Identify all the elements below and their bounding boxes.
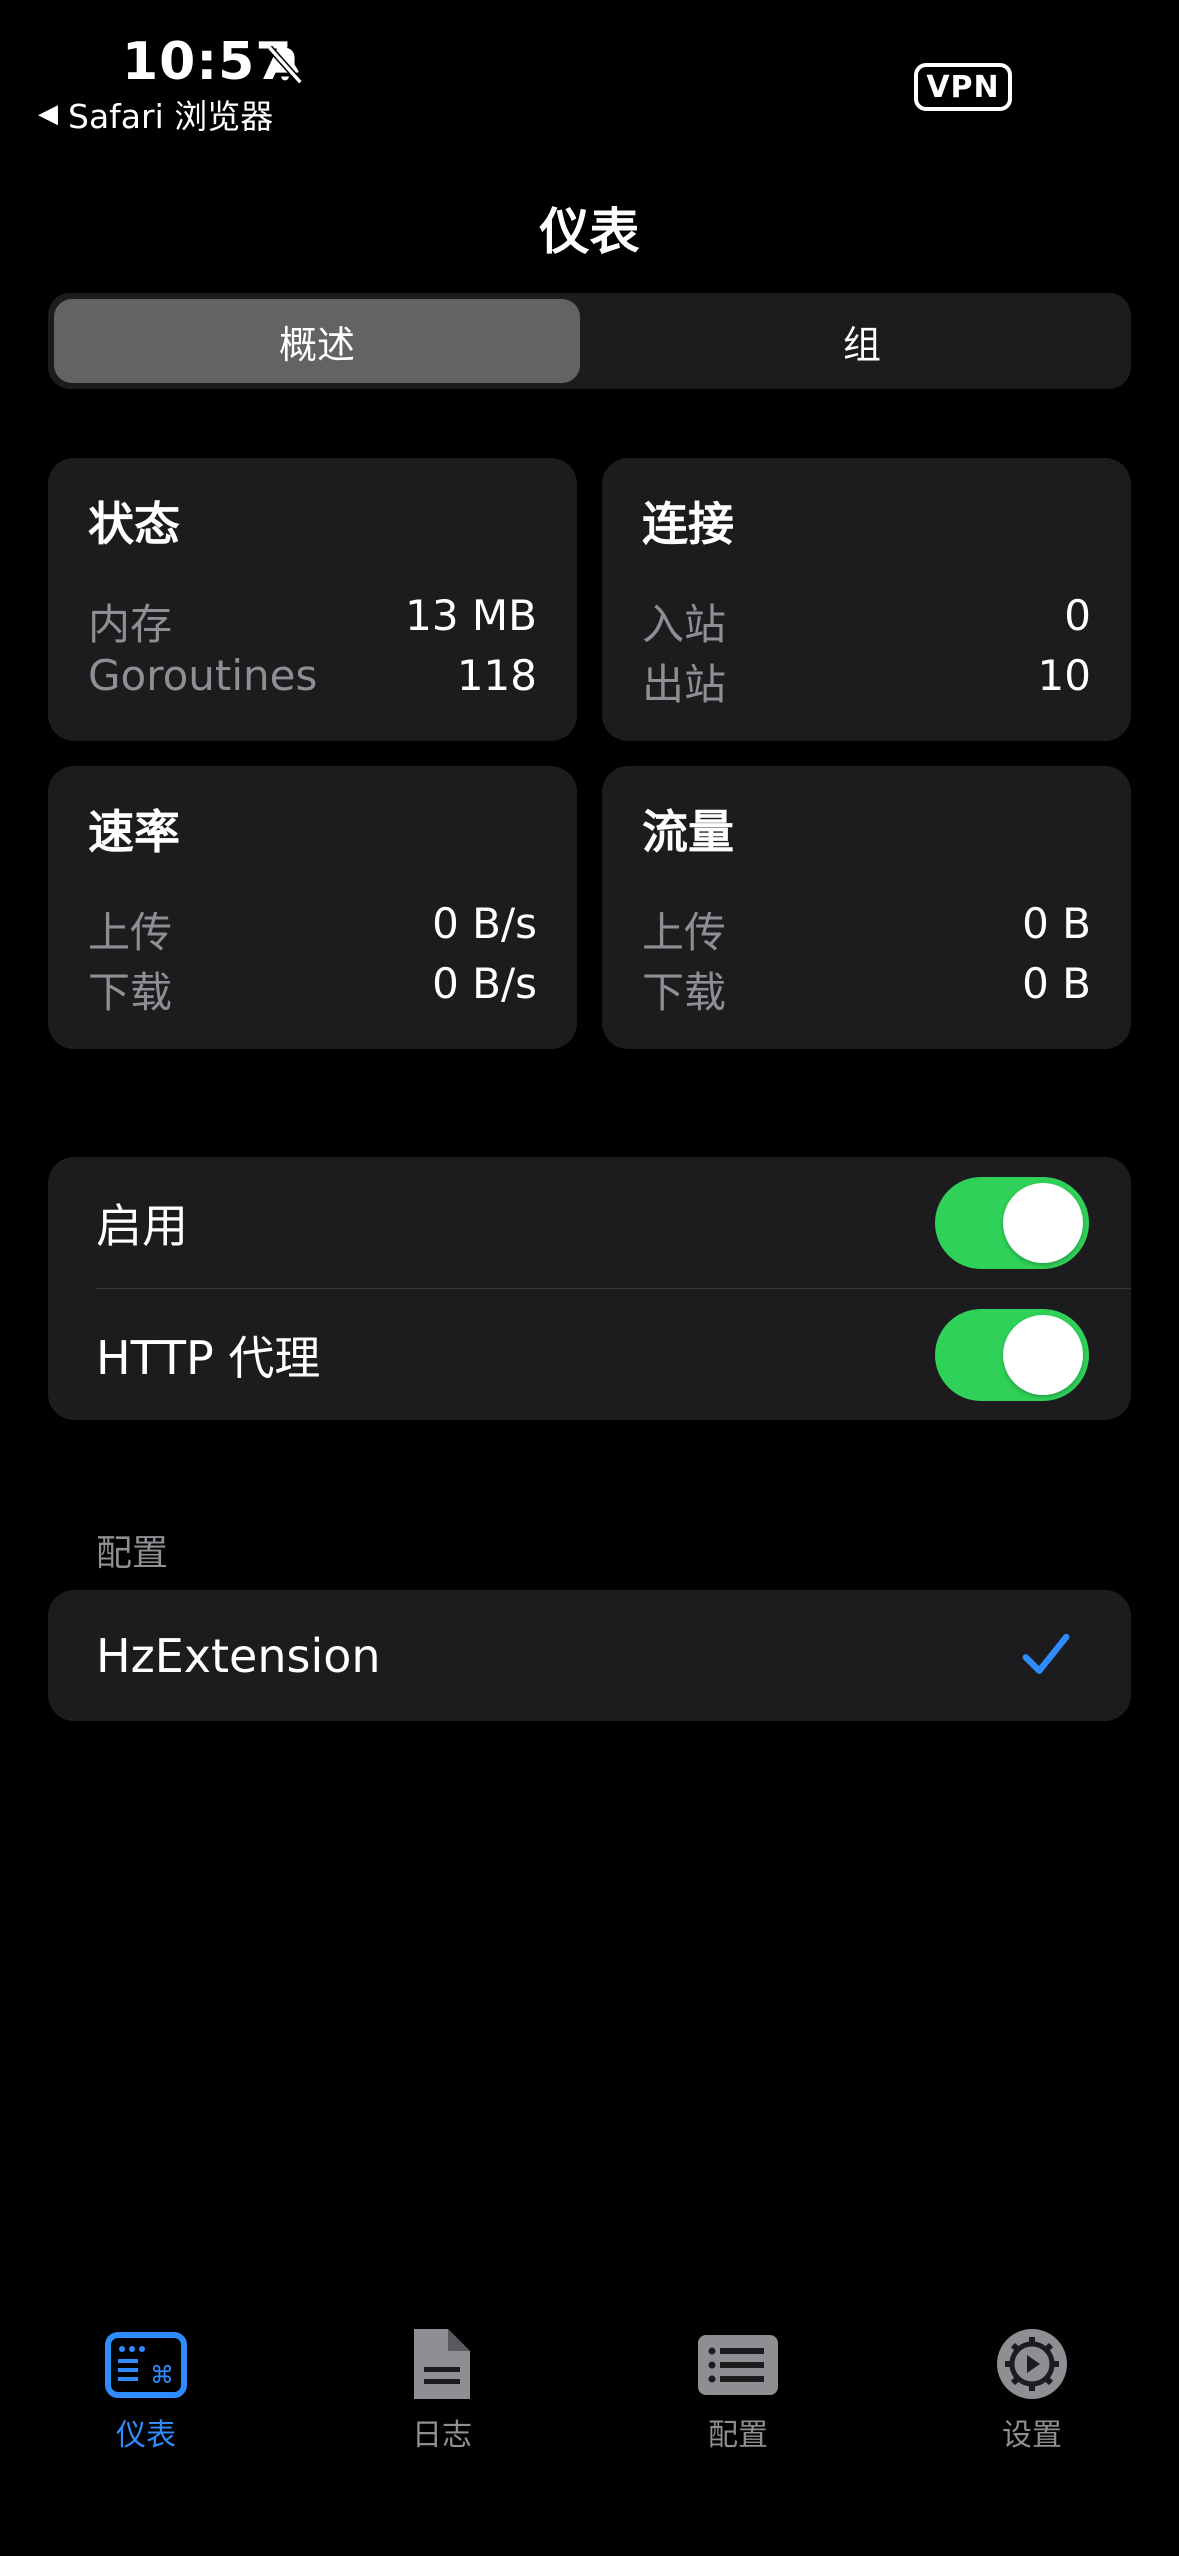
row-key: 下载 xyxy=(642,968,727,1017)
row-key: 下载 xyxy=(88,968,173,1017)
connections-card: 连接 入站 0 出站 10 xyxy=(602,458,1131,741)
back-arrow-icon: ◀ xyxy=(38,99,58,129)
toggle-knob xyxy=(1003,1314,1083,1395)
document-icon xyxy=(414,2329,470,2399)
row-value: 118 xyxy=(456,651,537,700)
profile-name: HzExtension xyxy=(96,1628,381,1683)
row-value: 10 xyxy=(1037,651,1091,700)
vpn-badge: VPN xyxy=(914,63,1012,111)
inbound-row: 入站 0 xyxy=(642,591,1091,652)
row-value: 0 B xyxy=(1022,899,1091,948)
profiles-section-header: 配置 xyxy=(96,1533,169,1574)
card-title: 速率 xyxy=(88,805,180,859)
card-title: 连接 xyxy=(642,497,734,551)
enable-toggle[interactable] xyxy=(935,1176,1089,1269)
page-title: 仪表 xyxy=(539,203,640,261)
tab-label: 配置 xyxy=(708,2418,768,2453)
tab-label: 仪表 xyxy=(116,2418,176,2453)
enable-label: 启用 xyxy=(96,1198,188,1253)
tab-bar: ⌘ 仪表 日志 配置 设置 xyxy=(0,2300,1179,2556)
row-key: Goroutines xyxy=(88,651,318,700)
upload-rate-row: 上传 0 B/s xyxy=(88,899,537,960)
card-title: 状态 xyxy=(88,497,180,551)
checkmark-icon xyxy=(1022,1633,1070,1674)
traffic-card: 流量 上传 0 B 下载 0 B xyxy=(602,766,1131,1049)
row-value: 13 MB xyxy=(405,591,537,640)
list-icon xyxy=(698,2335,778,2395)
profile-row[interactable]: HzExtension xyxy=(48,1590,1131,1721)
enable-row: 启用 xyxy=(48,1157,1131,1288)
row-key: 入站 xyxy=(642,600,727,649)
row-value: 0 xyxy=(1064,591,1091,640)
status-card: 状态 内存 13 MB Goroutines 118 xyxy=(48,458,577,741)
dashboard-icon: ⌘ xyxy=(105,2332,187,2398)
svg-text:⌘: ⌘ xyxy=(150,2361,174,2389)
segment-groups[interactable]: 组 xyxy=(593,293,1131,389)
back-app-label: Safari 浏览器 xyxy=(68,97,274,136)
http-proxy-toggle[interactable] xyxy=(935,1308,1089,1401)
toggle-knob xyxy=(1003,1182,1083,1263)
row-value: 0 B xyxy=(1022,959,1091,1008)
row-key: 上传 xyxy=(88,908,173,957)
gear-icon xyxy=(997,2329,1067,2399)
download-traffic-row: 下载 0 B xyxy=(642,959,1091,1020)
tab-label: 设置 xyxy=(1002,2418,1062,2453)
row-key: 出站 xyxy=(642,660,727,709)
row-key: 内存 xyxy=(88,600,173,649)
segmented-control: 概述 组 xyxy=(48,293,1131,389)
outbound-row: 出站 10 xyxy=(642,651,1091,712)
segment-overview[interactable]: 概述 xyxy=(48,293,586,389)
tab-label: 日志 xyxy=(412,2418,472,2453)
http-proxy-row: HTTP 代理 xyxy=(48,1289,1131,1420)
http-proxy-label: HTTP 代理 xyxy=(96,1330,321,1385)
memory-row: 内存 13 MB xyxy=(88,591,537,652)
row-key: 上传 xyxy=(642,908,727,957)
upload-traffic-row: 上传 0 B xyxy=(642,899,1091,960)
rate-card: 速率 上传 0 B/s 下载 0 B/s xyxy=(48,766,577,1049)
row-value: 0 B/s xyxy=(432,899,537,948)
goroutines-row: Goroutines 118 xyxy=(88,651,537,700)
bell-slash-icon xyxy=(267,45,303,85)
back-to-safari-link[interactable]: ◀ Safari 浏览器 xyxy=(38,90,273,138)
card-title: 流量 xyxy=(642,805,734,859)
download-rate-row: 下载 0 B/s xyxy=(88,959,537,1020)
row-value: 0 B/s xyxy=(432,959,537,1008)
toggle-group: 启用 HTTP 代理 xyxy=(48,1157,1131,1420)
